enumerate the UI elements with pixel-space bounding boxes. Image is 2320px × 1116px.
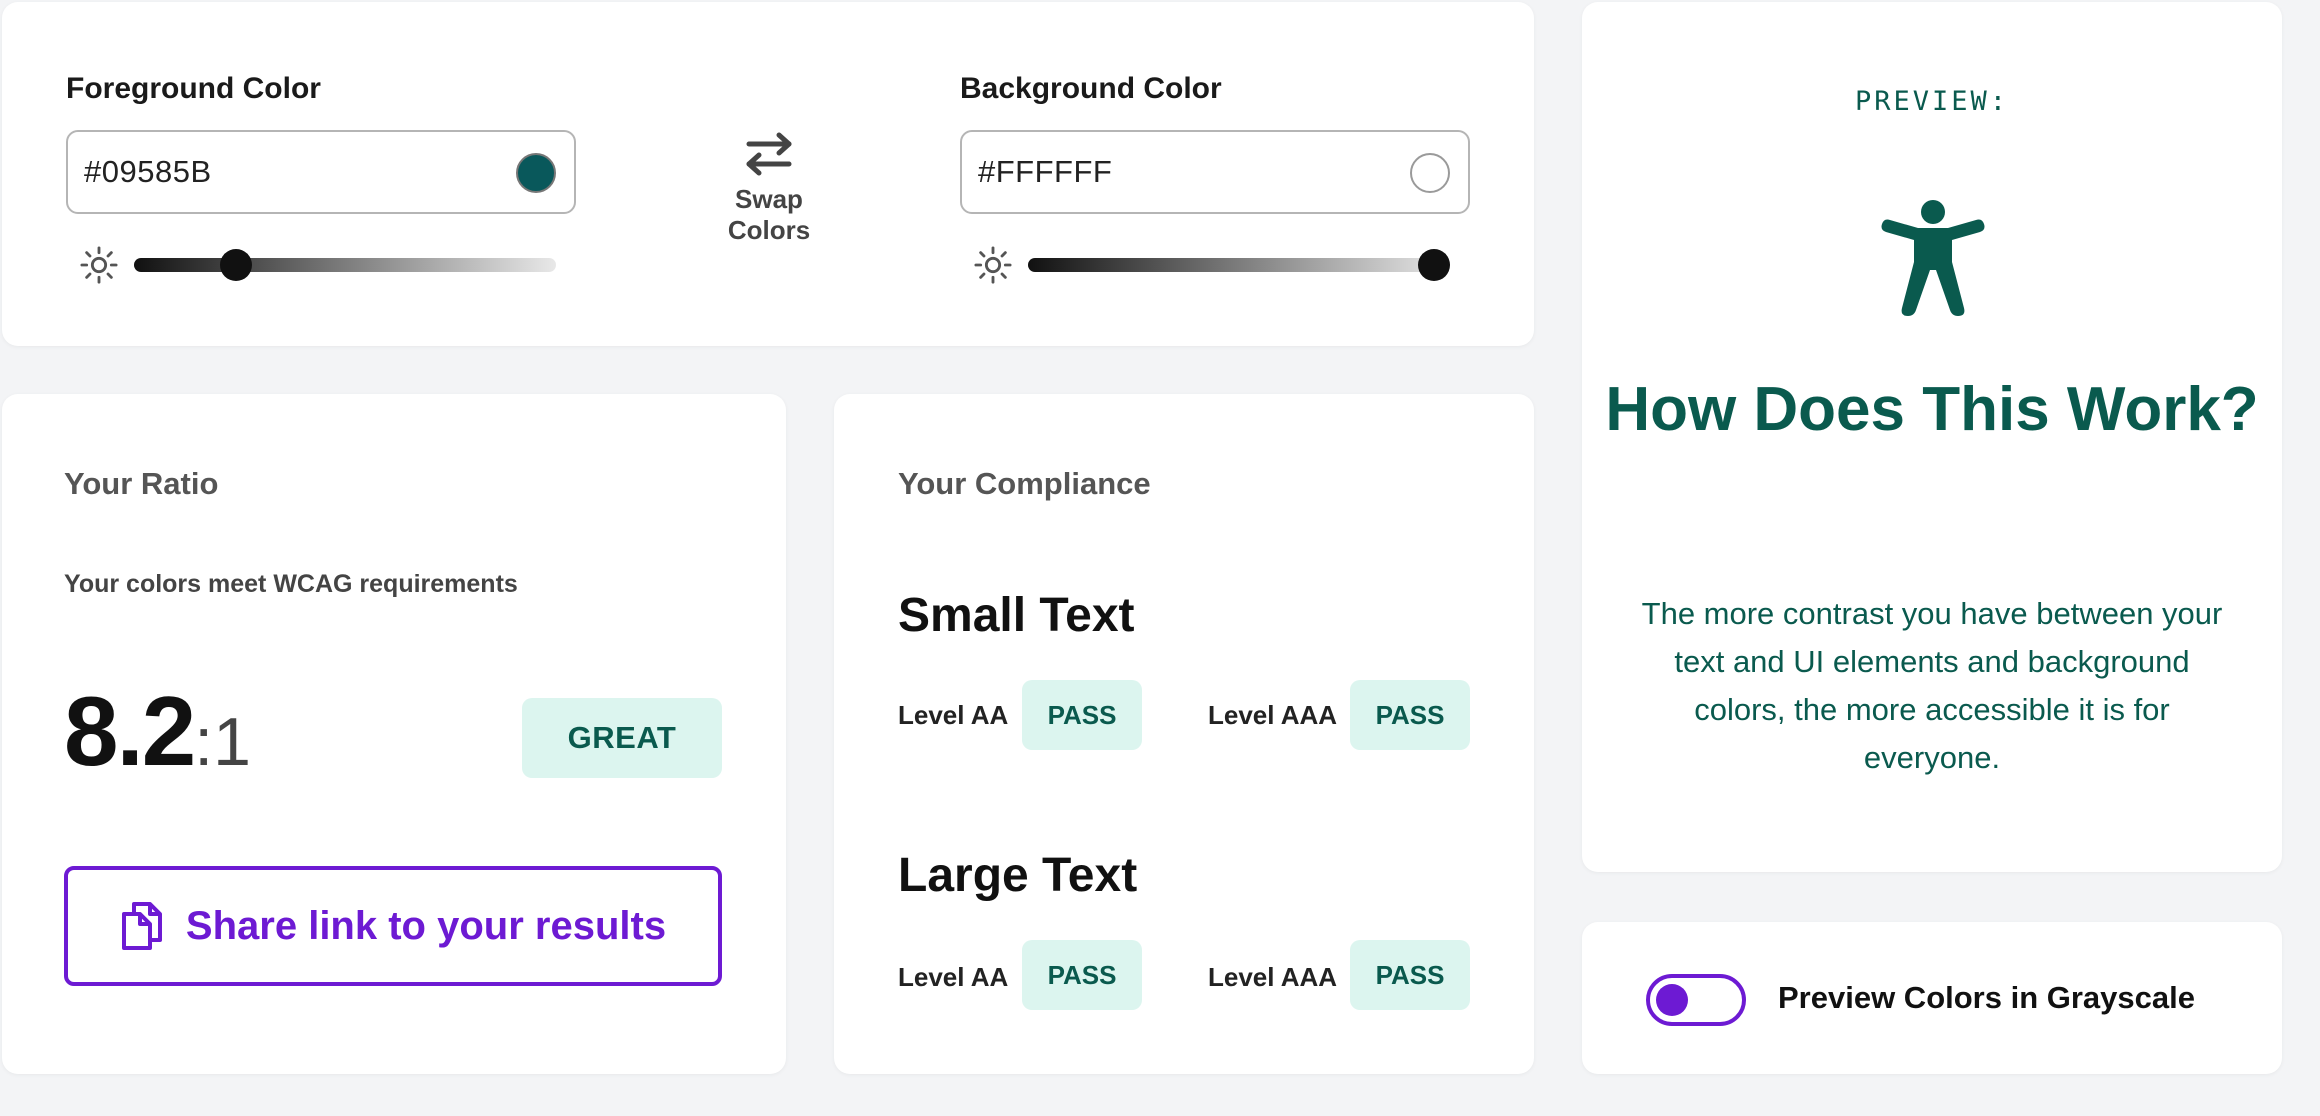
small-aa-label: Level AA [898, 700, 1009, 730]
grayscale-toggle[interactable] [1646, 974, 1746, 1026]
large-aaa-result-badge: PASS [1350, 940, 1470, 1010]
foreground-label: Foreground Color [66, 72, 321, 105]
background-slider-thumb[interactable] [1418, 249, 1450, 281]
swap-arrows-icon [746, 132, 792, 176]
background-color-input[interactable]: #FFFFFF [960, 130, 1470, 214]
foreground-color-input[interactable]: #09585B [66, 130, 576, 214]
foreground-brightness-slider[interactable] [80, 244, 560, 284]
ratio-value: 8.2 [64, 676, 196, 786]
small-aaa-result-badge: PASS [1350, 680, 1470, 750]
accessibility-person-icon [1881, 200, 1985, 316]
background-brightness-slider[interactable] [974, 244, 1454, 284]
small-aa-result-badge: PASS [1022, 680, 1142, 750]
grayscale-label: Preview Colors in Grayscale [1778, 980, 2195, 1015]
large-aa-label: Level AA [898, 962, 1009, 992]
small-aaa-label: Level AAA [1208, 700, 1338, 730]
copy-icon [121, 902, 162, 950]
large-aaa-label: Level AAA [1208, 962, 1338, 992]
background-label: Background Color [960, 72, 1222, 105]
preview-label: PREVIEW: [1854, 86, 2010, 117]
background-value: #FFFFFF [978, 154, 1113, 189]
small-text-heading: Small Text [898, 589, 1135, 642]
swap-colors-button[interactable]: Swap Colors [692, 132, 846, 245]
large-text-heading: Large Text [898, 849, 1138, 902]
preview-title: How Does This Work? [1605, 375, 2259, 444]
large-aa-result-badge: PASS [1022, 940, 1142, 1010]
brightness-icon [974, 246, 1012, 284]
ratio-title: Your Ratio [64, 466, 219, 501]
brightness-icon [80, 246, 118, 284]
compliance-title: Your Compliance [898, 466, 1151, 501]
foreground-value: #09585B [84, 154, 212, 189]
rating-badge: GREAT [522, 698, 722, 778]
foreground-slider-track[interactable] [134, 258, 556, 272]
background-swatch [1410, 153, 1450, 193]
swap-colors-label: Swap Colors [727, 184, 811, 245]
foreground-swatch [516, 153, 556, 193]
share-results-label: Share link to your results [185, 903, 667, 948]
contrast-ratio: 8.2:1 [64, 682, 251, 780]
toggle-knob [1656, 984, 1688, 1016]
foreground-slider-thumb[interactable] [219, 249, 252, 281]
ratio-subtitle: Your colors meet WCAG requirements [64, 570, 518, 598]
background-slider-track[interactable] [1028, 258, 1450, 272]
share-results-button[interactable]: Share link to your results [64, 866, 722, 986]
preview-body: The more contrast you have between your … [1641, 596, 2223, 775]
ratio-suffix: :1 [194, 704, 251, 780]
